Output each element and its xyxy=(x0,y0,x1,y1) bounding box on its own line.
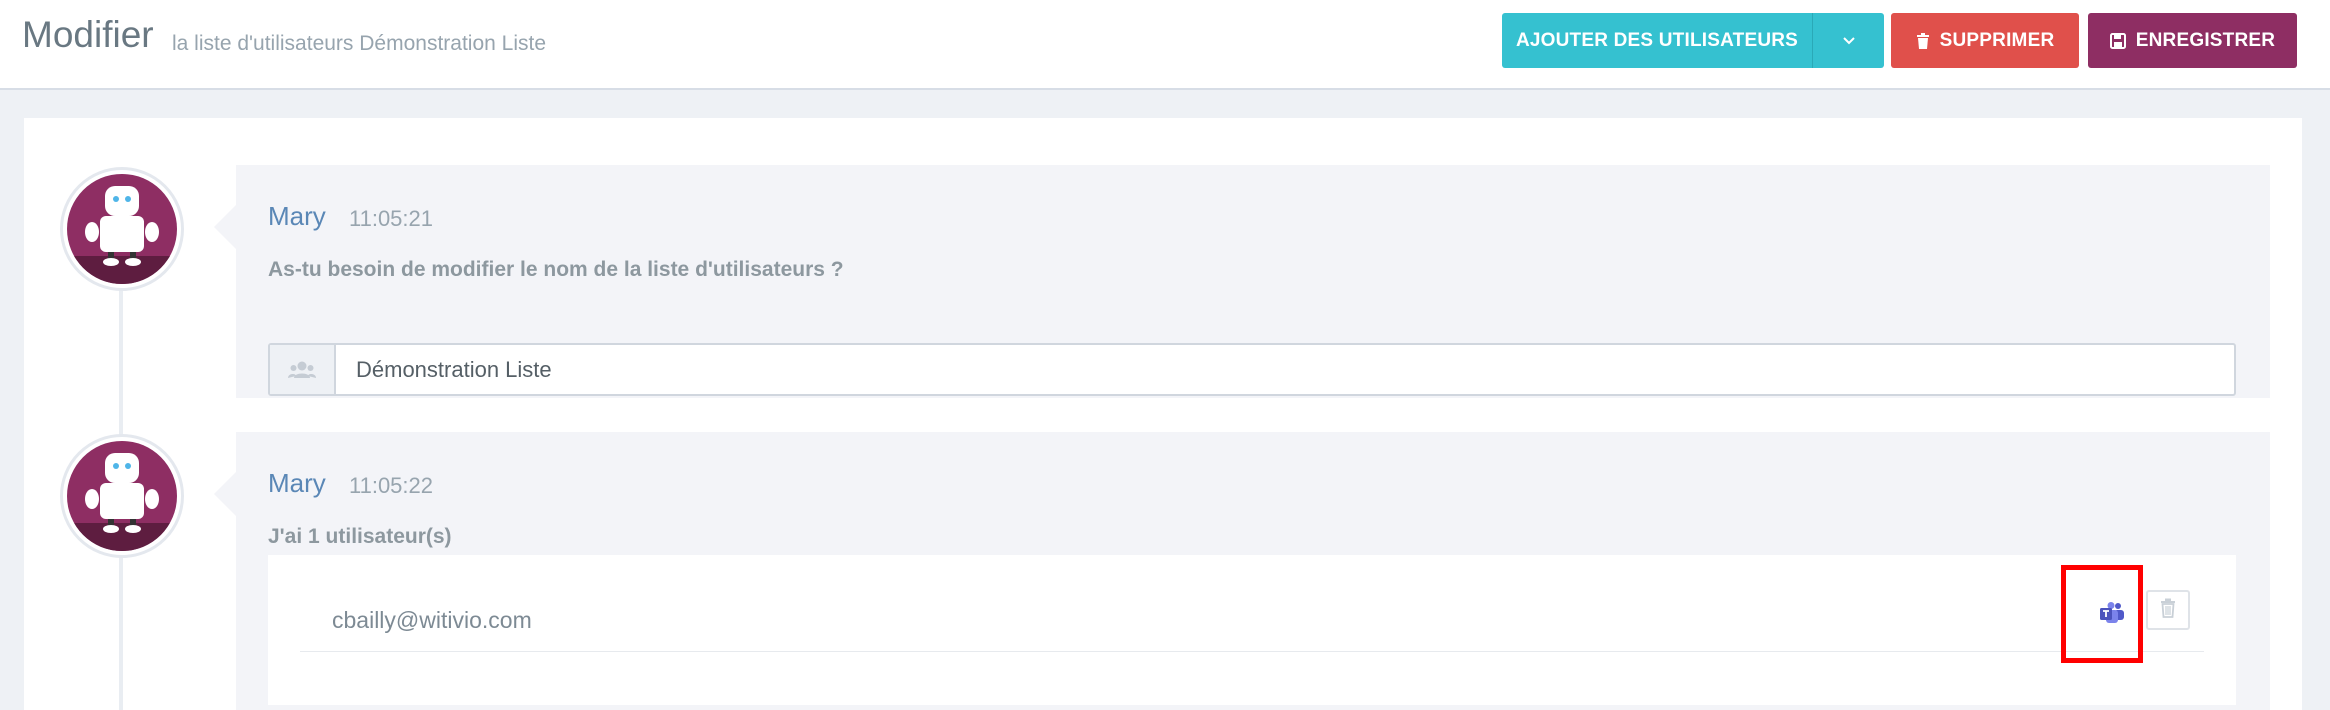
trash-icon xyxy=(1916,32,1930,49)
list-name-input-group xyxy=(268,343,2236,396)
message-bubble: Mary 11:05:22 J'ai 1 utilisateur(s) cbai… xyxy=(214,432,2270,710)
trash-icon xyxy=(2160,598,2176,622)
save-button-label: ENREGISTRER xyxy=(2135,29,2276,51)
remove-user-button[interactable] xyxy=(2146,590,2190,630)
bot-avatar xyxy=(60,434,184,558)
add-users-button-label: AJOUTER DES UTILISATEURS xyxy=(1515,29,1799,51)
delete-button[interactable]: SUPPRIMER xyxy=(1891,13,2079,68)
highlight-box xyxy=(2061,565,2143,663)
floppy-icon xyxy=(2109,32,2126,49)
user-email: cbailly@witivio.com xyxy=(332,607,532,633)
user-list: cbailly@witivio.com xyxy=(268,555,2236,705)
row-divider xyxy=(300,651,2204,652)
message-author: Mary xyxy=(268,468,326,498)
list-name-input[interactable] xyxy=(336,345,2234,394)
message-time: 11:05:21 xyxy=(349,206,434,231)
save-button[interactable]: ENREGISTRER xyxy=(2088,13,2297,68)
page-title: Modifier xyxy=(22,14,154,55)
message-bubble: Mary 11:05:21 As-tu besoin de modifier l… xyxy=(214,165,2270,398)
chevron-down-icon xyxy=(1842,36,1856,46)
add-users-button[interactable]: AJOUTER DES UTILISATEURS xyxy=(1502,13,1812,68)
bot-avatar xyxy=(60,167,184,291)
page-subtitle: la liste d'utilisateurs Démonstration Li… xyxy=(172,32,547,55)
add-users-dropdown-toggle[interactable] xyxy=(1812,13,1884,68)
message-question: As-tu besoin de modifier le nom de la li… xyxy=(268,258,844,281)
users-icon xyxy=(270,345,336,394)
delete-button-label: SUPPRIMER xyxy=(1939,29,2055,51)
message-time: 11:05:22 xyxy=(349,473,434,498)
message-author: Mary xyxy=(268,201,326,231)
page-header: Modifier la liste d'utilisateurs Démonst… xyxy=(0,0,2330,90)
message-question: J'ai 1 utilisateur(s) xyxy=(268,525,452,548)
